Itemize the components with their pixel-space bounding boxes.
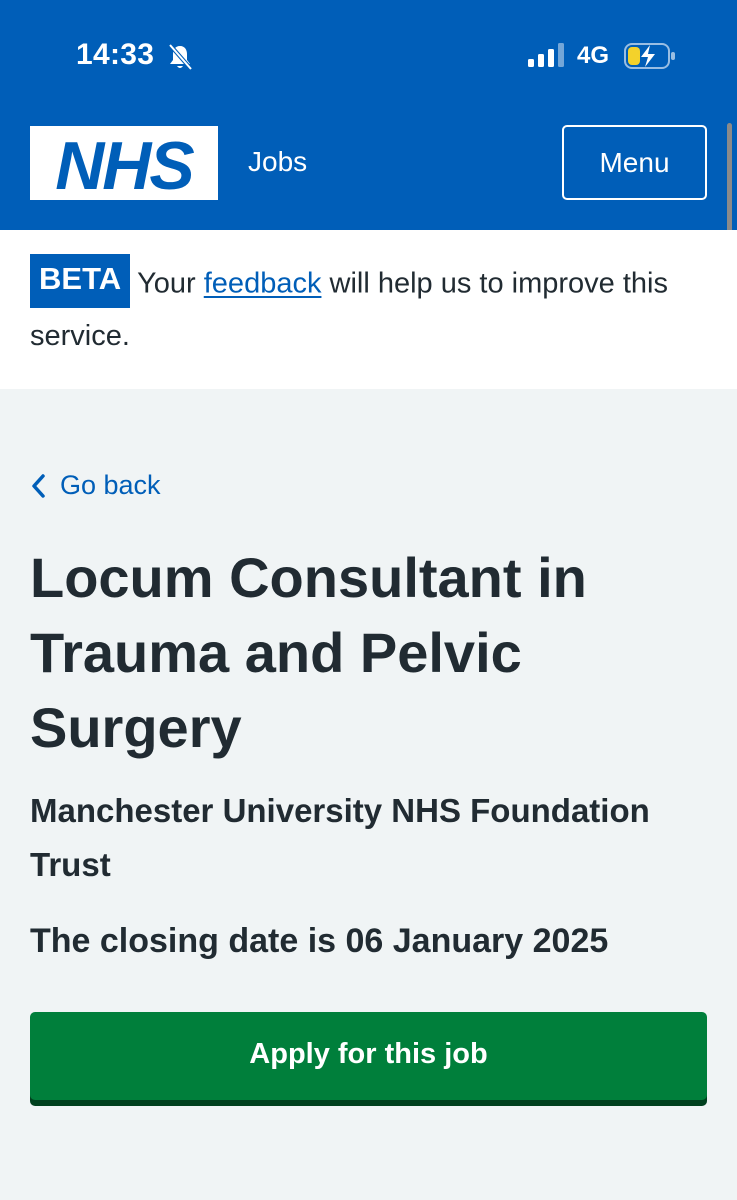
feedback-link[interactable]: feedback <box>204 268 322 300</box>
go-back-link[interactable]: Go back <box>30 470 161 501</box>
menu-button[interactable]: Menu <box>562 125 707 200</box>
bell-slash-icon <box>166 42 194 77</box>
phase-banner: BETA Your feedback will help us to improv… <box>0 230 737 389</box>
status-bar: 14:33 4G <box>0 0 737 108</box>
go-back-label: Go back <box>60 470 161 500</box>
chevron-left-icon <box>32 473 45 498</box>
closing-date: The closing date is 06 January 2025 <box>30 922 609 960</box>
banner-text-before: Your <box>137 267 204 300</box>
nhs-logo-text: NHS <box>55 128 194 200</box>
phase-banner-text: BETA Your feedback will help us to improv… <box>30 254 690 360</box>
site-header: NHS Jobs Menu <box>0 108 737 230</box>
status-time: 14:33 <box>76 38 155 71</box>
signal-icon <box>528 43 566 72</box>
job-title: Locum Consultant in Trauma and Pelvic Su… <box>30 546 587 759</box>
apply-button[interactable]: Apply for this job <box>30 1012 707 1100</box>
employer-name: Manchester University NHS Foundation Tru… <box>30 792 650 883</box>
service-name[interactable]: Jobs <box>248 146 307 178</box>
battery-charging-icon <box>624 42 676 75</box>
beta-tag: BETA <box>30 254 131 308</box>
nhs-logo[interactable]: NHS <box>30 126 218 205</box>
network-type: 4G <box>577 42 610 69</box>
